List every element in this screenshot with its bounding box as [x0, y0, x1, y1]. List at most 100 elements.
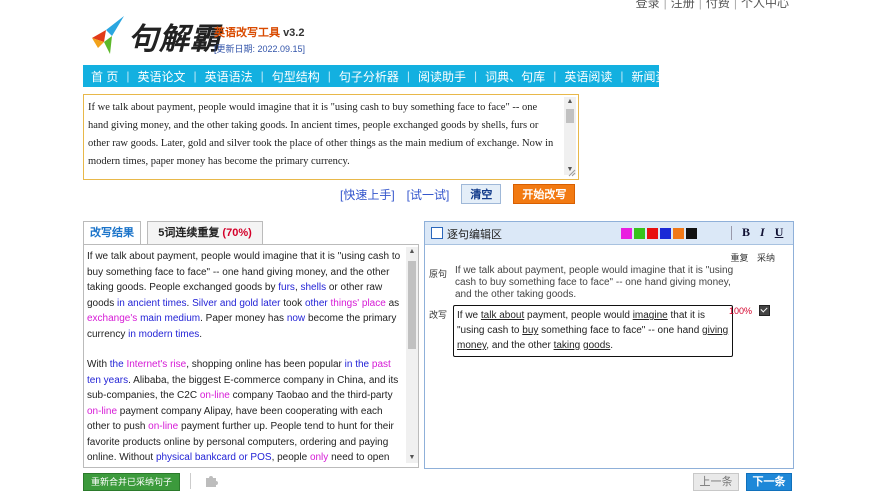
- scroll-up-icon[interactable]: ▲: [406, 247, 418, 257]
- action-bar: [快速上手] [试一试] 清空 开始改写: [340, 184, 576, 204]
- rewritten-phrase: shells: [300, 282, 327, 293]
- format-toolbar: B I U: [731, 225, 783, 240]
- text-run: If we: [457, 310, 481, 321]
- color-swatch[interactable]: [673, 228, 684, 239]
- next-button[interactable]: 下一条: [746, 473, 792, 491]
- text-run: , and the other: [486, 340, 554, 351]
- source-scrollbar[interactable]: ▲ ▼: [564, 97, 576, 175]
- product-name: 英语改写工具 v3.2: [214, 27, 305, 39]
- rewritten-phrase: now: [286, 313, 306, 324]
- tab-rewrite-result[interactable]: 改写结果: [83, 221, 141, 244]
- adopt-checkbox[interactable]: [759, 305, 770, 316]
- nav-item[interactable]: 首 页: [83, 68, 126, 85]
- brand-name: 句解霸: [128, 22, 221, 57]
- rewritten-phrase: in modern times: [128, 328, 200, 340]
- nav-item[interactable]: 英语阅读: [556, 68, 620, 85]
- result-paragraph: If we talk about payment, people would i…: [87, 249, 405, 342]
- repeat-percent: 100%: [729, 306, 753, 316]
- rewritten-phrase: on-line: [199, 390, 230, 401]
- nav-item[interactable]: 词典、句库: [477, 68, 553, 85]
- quick-start-link[interactable]: [快速上手]: [340, 186, 395, 203]
- scroll-thumb[interactable]: [566, 109, 574, 123]
- rewritten-phrase: physical bankcard or POS: [155, 452, 272, 463]
- changed-word: money: [457, 340, 487, 351]
- result-panel: If we talk about payment, people would i…: [83, 244, 419, 468]
- nav-item[interactable]: 英语论文: [129, 68, 193, 85]
- text-run: , shopping online has been popular: [186, 359, 345, 370]
- rewritten-phrase: the: [109, 359, 124, 370]
- merge-adopted-button[interactable]: 重新合并已采纳句子: [83, 473, 181, 491]
- text-run: as: [385, 297, 400, 309]
- top-links: 登录 | 注册 | 付费 | 个人中心: [632, 0, 793, 11]
- rewritten-phrase: ten years: [87, 374, 129, 386]
- original-label: 原句: [429, 269, 448, 279]
- editor-title: 逐句编辑区: [447, 229, 502, 241]
- text-run: payment, people would: [524, 310, 633, 321]
- puzzle-icon[interactable]: [204, 474, 218, 488]
- rewrite-button[interactable]: 开始改写: [513, 184, 576, 204]
- rewritten-phrase: things' place: [330, 297, 386, 309]
- result-scrollbar[interactable]: ▲ ▼: [406, 247, 418, 463]
- color-swatches: [621, 228, 697, 239]
- logo-bird-icon: [92, 16, 124, 54]
- column-headers: 重复 采纳: [724, 251, 775, 264]
- result-text: If we talk about payment, people would i…: [87, 249, 405, 469]
- rewritten-phrase: on-line: [148, 421, 179, 432]
- try-link[interactable]: [试一试]: [407, 186, 450, 203]
- col-adopt: 采纳: [756, 253, 775, 263]
- text-run: by: [189, 468, 202, 469]
- color-swatch[interactable]: [621, 228, 632, 239]
- rewritten-phrase: only: [309, 452, 329, 463]
- changed-word: taking: [553, 340, 581, 351]
- color-swatch[interactable]: [647, 228, 658, 239]
- italic-button[interactable]: I: [760, 225, 765, 240]
- text-run: took: [280, 297, 305, 309]
- nav-item[interactable]: 句子分析器: [331, 68, 407, 85]
- color-swatch[interactable]: [686, 228, 697, 239]
- tab-repeat-label: 5词连续重复: [158, 227, 220, 239]
- resize-grip-icon[interactable]: [568, 169, 576, 177]
- text-run: , people: [271, 452, 310, 463]
- rewritten-phrase: past: [371, 359, 391, 370]
- rewritten-phrase: on: [177, 468, 188, 469]
- sentence-editor-panel: 逐句编辑区 B I U 重复 采纳 原句 If we talk about pa…: [424, 221, 794, 469]
- rewrite-sentence-editor[interactable]: If we talk about payment, people would i…: [453, 305, 733, 357]
- update-date: [更新日期: 2022.09.15]: [214, 44, 306, 54]
- top-link[interactable]: 付费: [702, 0, 734, 10]
- underline-button[interactable]: U: [775, 225, 784, 240]
- top-link[interactable]: 登录: [632, 0, 664, 10]
- scroll-down-icon[interactable]: ▼: [406, 453, 418, 463]
- text-run: With: [87, 359, 110, 370]
- bold-button[interactable]: B: [742, 225, 750, 240]
- top-link[interactable]: 个人中心: [737, 0, 793, 10]
- logo: 句解霸 英语改写工具 v3.2 [更新日期: 2022.09.15]: [88, 12, 318, 60]
- tab-repeat-check[interactable]: 5词连续重复 (70%): [147, 221, 263, 244]
- original-sentence: If we talk about payment, people would i…: [455, 265, 734, 300]
- clear-button[interactable]: 清空: [461, 184, 502, 204]
- rewritten-phrase: furs: [278, 282, 295, 293]
- nav-item[interactable]: 新闻资讯: [623, 68, 687, 85]
- text-run: .: [610, 340, 614, 351]
- text-run: .: [199, 328, 203, 340]
- col-repeat: 重复: [730, 253, 749, 263]
- changed-word: goods: [583, 340, 611, 351]
- scroll-up-icon[interactable]: ▲: [564, 97, 576, 107]
- changed-word: talk about: [480, 310, 525, 321]
- scroll-thumb[interactable]: [408, 261, 416, 349]
- source-text[interactable]: If we talk about payment, people would i…: [88, 99, 554, 171]
- color-swatch[interactable]: [634, 228, 645, 239]
- text-run: company Taobao and the third-party: [229, 390, 393, 401]
- version-label: v3.2: [283, 27, 305, 39]
- nav-item[interactable]: 英语语法: [197, 68, 261, 85]
- nav-item[interactable]: 阅读助手: [410, 68, 474, 85]
- top-link[interactable]: 注册: [667, 0, 699, 10]
- edit-icon: [431, 227, 443, 239]
- rewritten-phrase: other: [304, 297, 328, 309]
- rewritten-phrase: in: [117, 297, 125, 309]
- rewritten-phrase: ancient times: [127, 297, 187, 309]
- color-swatch[interactable]: [660, 228, 671, 239]
- nav-item[interactable]: 句型结构: [264, 68, 328, 85]
- source-text-area[interactable]: If we talk about payment, people would i…: [83, 94, 579, 180]
- changed-word: imagine: [632, 310, 668, 321]
- prev-button[interactable]: 上一条: [693, 473, 739, 491]
